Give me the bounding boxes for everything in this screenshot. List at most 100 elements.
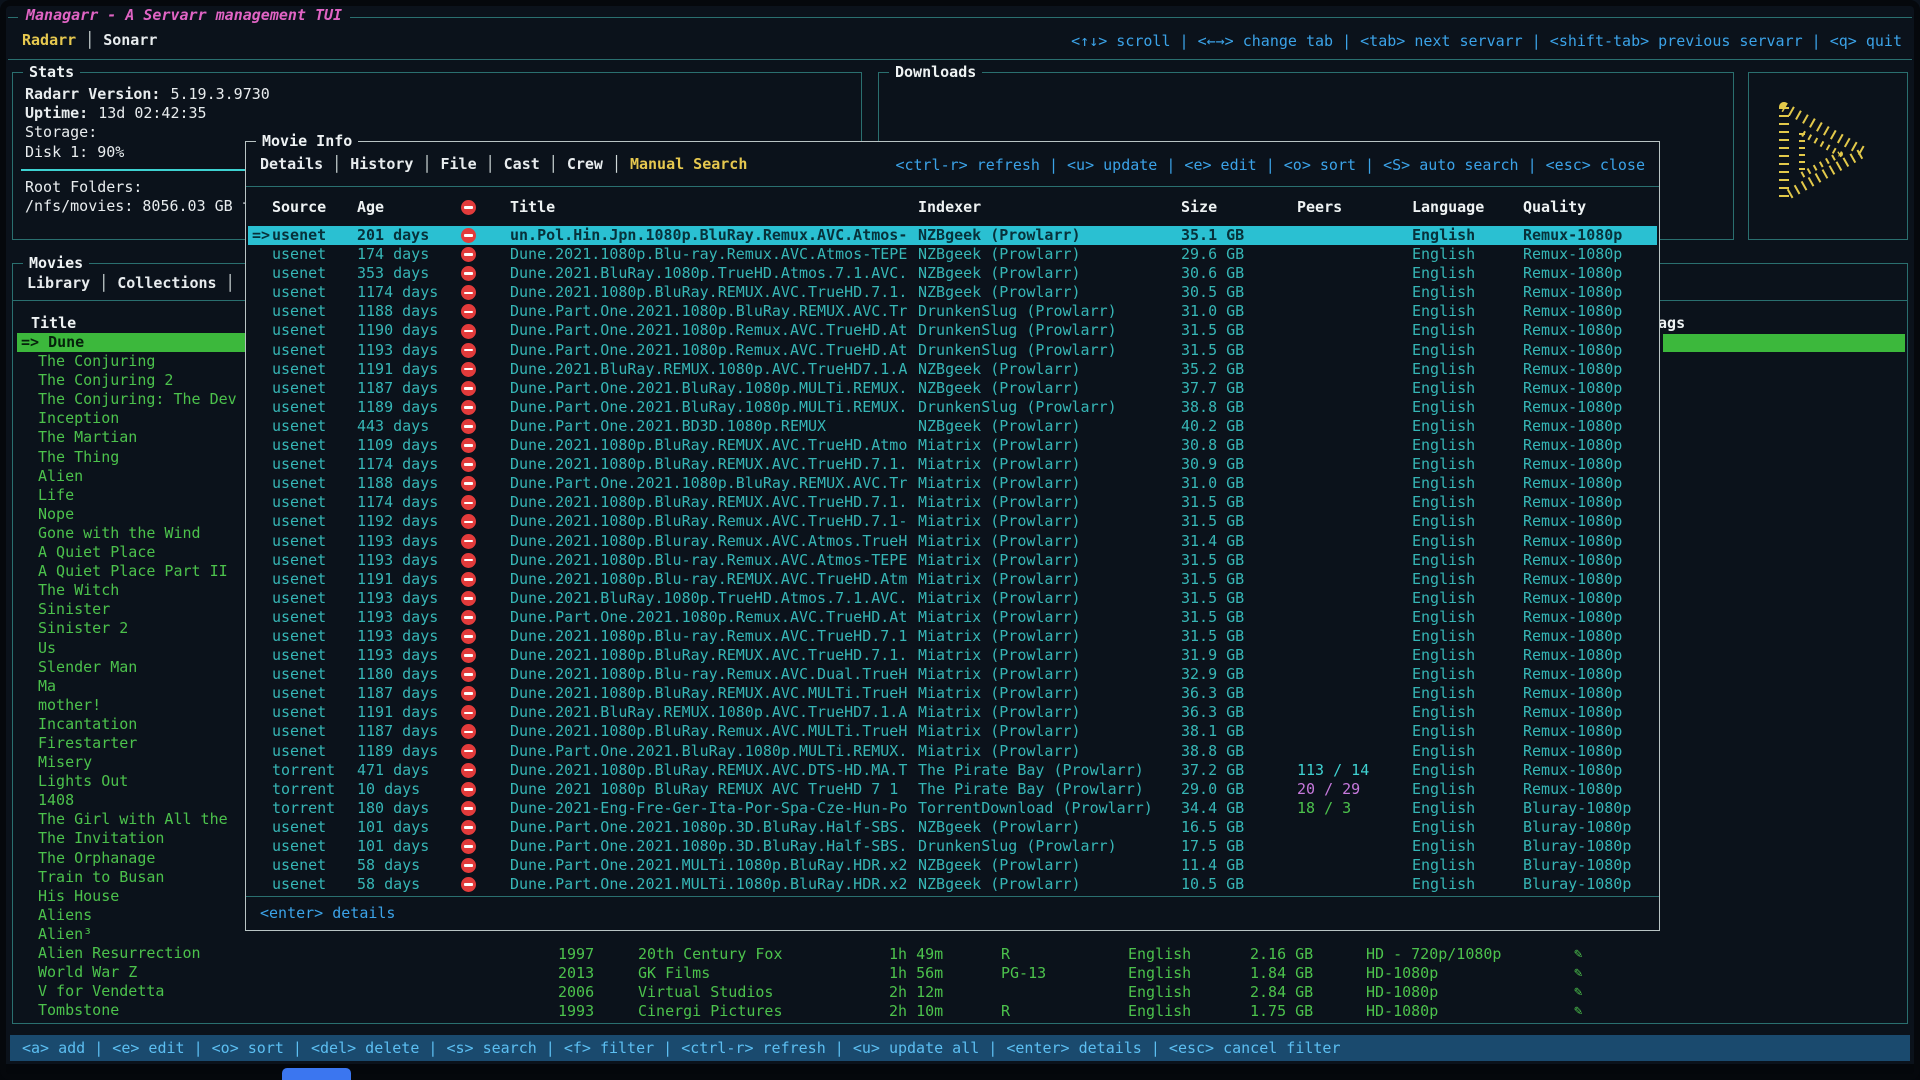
movie-info-tab-crew[interactable]: Crew [567,155,603,173]
taskbar-fragment[interactable] [282,1068,351,1080]
cell-peers [1297,837,1412,856]
search-result-row[interactable]: usenet1193 daysDune.2021.BluRay.1080p.Tr… [248,589,1657,608]
search-result-row[interactable]: usenet101 daysDune.Part.One.2021.1080p.3… [248,818,1657,837]
movie-list-item[interactable]: The Invitation [17,829,253,848]
movie-list-item[interactable]: Gone with the Wind [17,524,253,543]
search-result-row[interactable]: usenet101 daysDune.Part.One.2021.1080p.3… [248,837,1657,856]
movie-info-tab-history[interactable]: History [350,155,413,173]
cell-quality: Remux-1080p [1523,512,1657,531]
rejected-cell [461,722,510,741]
movie-table-row[interactable]: 199720th Century Fox1h 49mREnglish2.16 G… [13,945,1905,964]
search-result-row[interactable]: usenet1190 daysDune.Part.One.2021.1080p.… [248,321,1657,340]
movie-list-item[interactable]: Nope [17,505,253,524]
row-prefix [248,283,272,302]
rejected-cell [461,780,510,799]
movie-list-item[interactable]: Ma [17,677,253,696]
search-result-row[interactable]: usenet353 daysDune.2021.BluRay.1080p.Tru… [248,264,1657,283]
search-result-row[interactable]: usenet1189 daysDune.Part.One.2021.BluRay… [248,742,1657,761]
search-result-row[interactable]: usenet1174 daysDune.2021.1080p.BluRay.RE… [248,493,1657,512]
cell-rating: PG-13 [1001,964,1046,983]
search-result-row[interactable]: usenet1193 daysDune.2021.1080p.BluRay.RE… [248,646,1657,665]
cell-title: Dune.2021.1080p.BluRay.REMUX.AVC.TrueHD.… [510,646,918,665]
cell-language: English [1412,570,1523,589]
movie-list-item[interactable]: A Quiet Place Part II [17,562,253,581]
search-result-row[interactable]: usenet1188 daysDune.Part.One.2021.1080p.… [248,302,1657,321]
movie-list-item[interactable]: His House [17,887,253,906]
movie-table-row[interactable]: 1993Cinergi Pictures2h 10mREnglish1.75 G… [13,1002,1905,1021]
movie-list-item[interactable]: Misery [17,753,253,772]
movie-list-item[interactable]: => Dune [17,333,253,352]
search-result-row[interactable]: usenet1109 daysDune.2021.1080p.BluRay.RE… [248,436,1657,455]
search-result-row[interactable]: usenet1191 daysDune.2021.BluRay.REMUX.10… [248,360,1657,379]
search-result-row[interactable]: usenet174 daysDune.2021.1080p.Blu-ray.Re… [248,245,1657,264]
search-result-row[interactable]: usenet1187 daysDune.2021.1080p.BluRay.Re… [248,722,1657,741]
rejected-cell [461,799,510,818]
search-result-row[interactable]: torrent471 daysDune.2021.1080p.BluRay.RE… [248,761,1657,780]
cell-quality: Remux-1080p [1523,245,1657,264]
row-prefix [248,742,272,761]
movies-tab-library[interactable]: Library [27,274,90,292]
search-result-row[interactable]: usenet1193 daysDune.Part.One.2021.1080p.… [248,341,1657,360]
servarr-tab-sonarr[interactable]: Sonarr [103,31,157,49]
cell-quality: Bluray-1080p [1523,818,1657,837]
search-result-row[interactable]: usenet1193 daysDune.Part.One.2021.1080p.… [248,608,1657,627]
movie-info-tab-file[interactable]: File [441,155,477,173]
movie-list-item[interactable]: The Martian [17,428,253,447]
search-result-row[interactable]: usenet1191 daysDune.2021.1080p.Blu-ray.R… [248,570,1657,589]
search-result-row[interactable]: usenet1192 daysDune.2021.1080p.BluRay.Re… [248,512,1657,531]
search-result-row[interactable]: torrent10 daysDune 2021 1080p BluRay REM… [248,780,1657,799]
movie-list-item[interactable]: The Thing [17,448,253,467]
movie-list-item[interactable]: Firestarter [17,734,253,753]
search-result-row[interactable]: usenet1187 daysDune.Part.One.2021.BluRay… [248,379,1657,398]
movie-info-tab-cast[interactable]: Cast [504,155,540,173]
movie-table-row[interactable]: 2013GK Films1h 56mPG-13English1.84 GBHD-… [13,964,1905,983]
movie-list-item[interactable]: Aliens [17,906,253,925]
cell-size: 30.8 GB [1181,436,1297,455]
movie-list-item[interactable]: Lights Out [17,772,253,791]
movie-list-item[interactable]: Sinister [17,600,253,619]
cell-title: Dune.2021.1080p.BluRay.REMUX.AVC.MULTi.T… [510,684,918,703]
search-result-row[interactable]: usenet1174 daysDune.2021.1080p.BluRay.RE… [248,455,1657,474]
movie-list-item[interactable]: Inception [17,409,253,428]
search-result-row[interactable]: usenet58 daysDune.Part.One.2021.MULTi.10… [248,875,1657,894]
movie-list-item[interactable]: The Conjuring: The Dev [17,390,253,409]
movie-list-item[interactable]: A Quiet Place [17,543,253,562]
cell-indexer: DrunkenSlug (Prowlarr) [918,398,1181,417]
search-result-row[interactable]: usenet1174 daysDune.2021.1080p.BluRay.RE… [248,283,1657,302]
search-result-row[interactable]: usenet443 daysDune.Part.One.2021.BD3D.10… [248,417,1657,436]
movie-list-item[interactable]: The Orphanage [17,849,253,868]
movie-list-item[interactable]: The Conjuring [17,352,253,371]
cell-title: Dune.Part.One.2021.BluRay.1080p.MULTi.RE… [510,379,918,398]
search-result-row[interactable]: usenet58 daysDune.Part.One.2021.MULTi.10… [248,856,1657,875]
movie-list-item[interactable]: mother! [17,696,253,715]
cell-size: 38.8 GB [1181,742,1297,761]
movie-list-item[interactable]: Alien [17,467,253,486]
search-result-row[interactable]: =>usenet201 daysun.Pol.Hin.Jpn.1080p.Blu… [248,226,1657,245]
cell-language: English [1412,684,1523,703]
movie-list-item[interactable]: The Girl with All the [17,810,253,829]
search-result-row[interactable]: usenet1188 daysDune.Part.One.2021.1080p.… [248,474,1657,493]
movie-list-item[interactable]: Incantation [17,715,253,734]
movie-list-item[interactable]: Sinister 2 [17,619,253,638]
movie-info-tab-manual-search[interactable]: Manual Search [630,155,747,173]
movie-table-row[interactable]: 2006Virtual Studios2h 12mEnglish2.84 GBH… [13,983,1905,1002]
movie-list-item[interactable]: Life [17,486,253,505]
search-result-row[interactable]: usenet1193 daysDune.2021.1080p.Bluray.Re… [248,532,1657,551]
movie-list-item[interactable]: Train to Busan [17,868,253,887]
movie-info-tab-details[interactable]: Details [260,155,323,173]
movie-list-item[interactable]: Slender Man [17,658,253,677]
search-result-row[interactable]: usenet1193 daysDune.2021.1080p.Blu-ray.R… [248,551,1657,570]
movie-list-item[interactable]: Us [17,639,253,658]
movie-list-item[interactable]: 1408 [17,791,253,810]
search-result-row[interactable]: usenet1187 daysDune.2021.1080p.BluRay.RE… [248,684,1657,703]
movie-list-item[interactable]: The Conjuring 2 [17,371,253,390]
movie-list-item[interactable]: Alien³ [17,925,253,944]
search-result-row[interactable]: usenet1191 daysDune.2021.BluRay.REMUX.10… [248,703,1657,722]
search-result-row[interactable]: usenet1189 daysDune.Part.One.2021.BluRay… [248,398,1657,417]
search-result-row[interactable]: usenet1193 daysDune.2021.1080p.Blu-ray.R… [248,627,1657,646]
movie-list-item[interactable]: The Witch [17,581,253,600]
search-result-row[interactable]: usenet1180 daysDune.2021.1080p.Blu-ray.R… [248,665,1657,684]
servarr-tab-radarr[interactable]: Radarr [22,31,76,49]
search-result-row[interactable]: torrent180 daysDune-2021-Eng-Fre-Ger-Ita… [248,799,1657,818]
movies-tab-collections[interactable]: Collections [117,274,216,292]
